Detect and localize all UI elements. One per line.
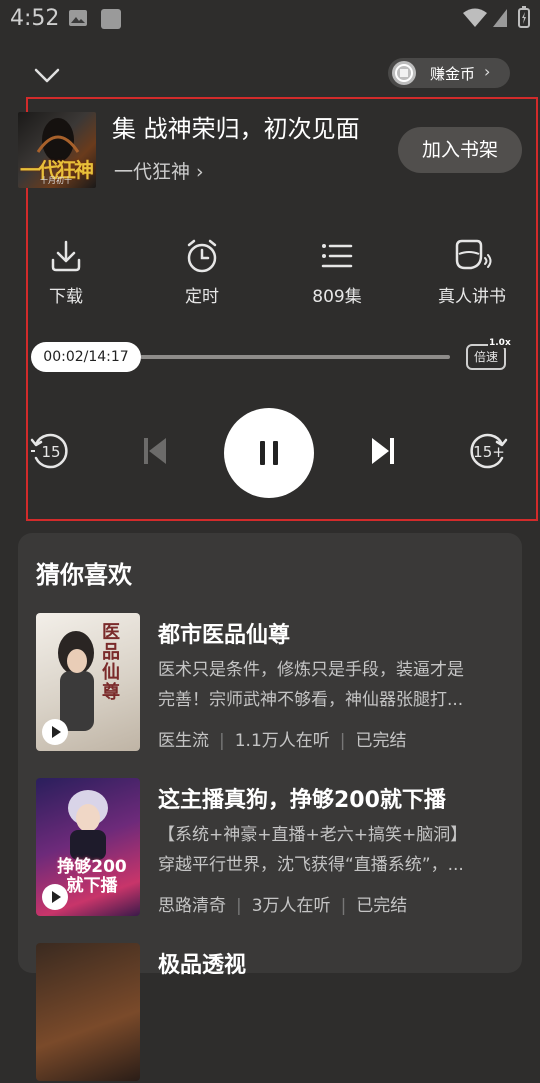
description-line: 【系统+神豪+直播+老六+搞笑+脑洞】 xyxy=(158,825,468,845)
earn-coins-button[interactable]: 赚金币 › xyxy=(388,58,510,88)
recommendation-meta: 医生流 | 1.1万人在听 | 已完结 xyxy=(158,731,407,751)
playlist-icon xyxy=(321,244,353,268)
earn-coins-label: 赚金币 xyxy=(430,65,476,83)
meta-status: 已完结 xyxy=(356,896,408,916)
wifi-icon xyxy=(463,8,487,27)
recommendation-title: 都市医品仙尊 xyxy=(158,623,291,648)
recommendation-title: 极品透视 xyxy=(158,953,247,978)
progress-track[interactable] xyxy=(140,355,450,359)
recommendation-description: 【系统+神豪+直播+老六+搞笑+脑洞】 穿越平行世界，沈飞获得“直播系统”，..… xyxy=(158,820,504,880)
book-cover[interactable]: 一代狂神 十月初十 xyxy=(18,112,96,188)
signal-icon xyxy=(493,9,507,27)
forward-label: 15+ xyxy=(473,443,505,461)
battery-icon xyxy=(518,6,530,28)
cover-title: 医品仙尊 xyxy=(102,622,120,703)
recommendation-cover: 挣够200就下播 xyxy=(36,778,140,916)
description-line: 完善！宗师武神不够看，神仙器张腿打... xyxy=(158,690,464,710)
collapse-chevron-icon[interactable] xyxy=(32,60,62,90)
recommendation-cover xyxy=(36,943,140,1081)
status-bar: 4:52 xyxy=(0,0,540,36)
app-notification-icon xyxy=(101,9,121,29)
human-voice-icon xyxy=(455,239,492,270)
pause-button[interactable] xyxy=(224,408,314,498)
status-time: 4:52 xyxy=(10,6,60,31)
meta-category: 思路清奇 xyxy=(158,896,226,916)
next-track-icon[interactable] xyxy=(370,436,396,466)
book-name-link[interactable]: 一代狂神 › xyxy=(114,157,204,184)
playback-speed-button[interactable]: 倍速 1.0x xyxy=(466,338,512,374)
timer-label: 定时 xyxy=(185,287,219,307)
previous-track-icon[interactable] xyxy=(142,436,168,466)
chapter-title: 集 战神荣归，初次见面 xyxy=(112,115,360,143)
list-item[interactable]: 挣够200就下播 这主播真狗，挣够200就下播 【系统+神豪+直播+老六+搞笑+… xyxy=(36,778,506,918)
play-icon[interactable] xyxy=(42,719,68,745)
pause-icon xyxy=(260,441,278,465)
speed-value-badge: 1.0x xyxy=(488,338,512,348)
meta-status: 已完结 xyxy=(355,731,407,751)
recommendation-meta: 思路清奇 | 3万人在听 | 已完结 xyxy=(158,896,408,916)
human-narration-label: 真人讲书 xyxy=(438,287,506,307)
recommendations-title: 猜你喜欢 xyxy=(36,561,132,589)
progress-thumb-time[interactable]: 00:02/14:17 xyxy=(31,342,141,372)
recommendation-title: 这主播真狗，挣够200就下播 xyxy=(158,788,446,813)
coin-icon xyxy=(392,61,416,85)
recommendation-cover: 医品仙尊 xyxy=(36,613,140,751)
episode-count-label: 809集 xyxy=(312,287,362,307)
meta-category: 医生流 xyxy=(158,731,209,751)
chevron-right-icon: › xyxy=(484,62,491,81)
description-line: 医术只是条件，修炼只是手段，装逼才是 xyxy=(158,660,464,680)
add-to-shelf-button[interactable]: 加入书架 xyxy=(398,127,522,173)
download-label: 下载 xyxy=(49,287,83,307)
description-line: 穿越平行世界，沈飞获得“直播系统”，... xyxy=(158,855,464,875)
forward-15-icon[interactable]: 15+ xyxy=(468,430,512,472)
play-icon[interactable] xyxy=(42,884,68,910)
rewind-15-icon[interactable]: 15 xyxy=(28,430,70,472)
list-item[interactable]: 医品仙尊 都市医品仙尊 医术只是条件，修炼只是手段，装逼才是 完善！宗师武神不够… xyxy=(36,613,506,753)
episode-list-button[interactable]: 809集 xyxy=(289,238,385,307)
image-notification-icon xyxy=(69,10,87,26)
human-narration-button[interactable]: 真人讲书 xyxy=(424,238,520,307)
download-icon xyxy=(51,240,81,272)
rewind-label: 15 xyxy=(41,443,60,461)
timer-button[interactable]: 定时 xyxy=(154,238,250,307)
meta-listeners: 1.1万人在听 xyxy=(234,731,330,751)
download-button[interactable]: 下载 xyxy=(18,238,114,307)
recommendations-card: 猜你喜欢 医品仙尊 都市医品仙尊 医术只是条件，修炼只是手段，装逼才是 完善！宗… xyxy=(18,533,522,1081)
recommendation-description: 医术只是条件，修炼只是手段，装逼才是 完善！宗师武神不够看，神仙器张腿打... xyxy=(158,655,504,715)
meta-listeners: 3万人在听 xyxy=(251,896,331,916)
list-item[interactable]: 极品透视 xyxy=(36,943,506,1083)
cover-author: 十月初十 xyxy=(40,176,72,185)
alarm-clock-icon xyxy=(187,239,217,273)
